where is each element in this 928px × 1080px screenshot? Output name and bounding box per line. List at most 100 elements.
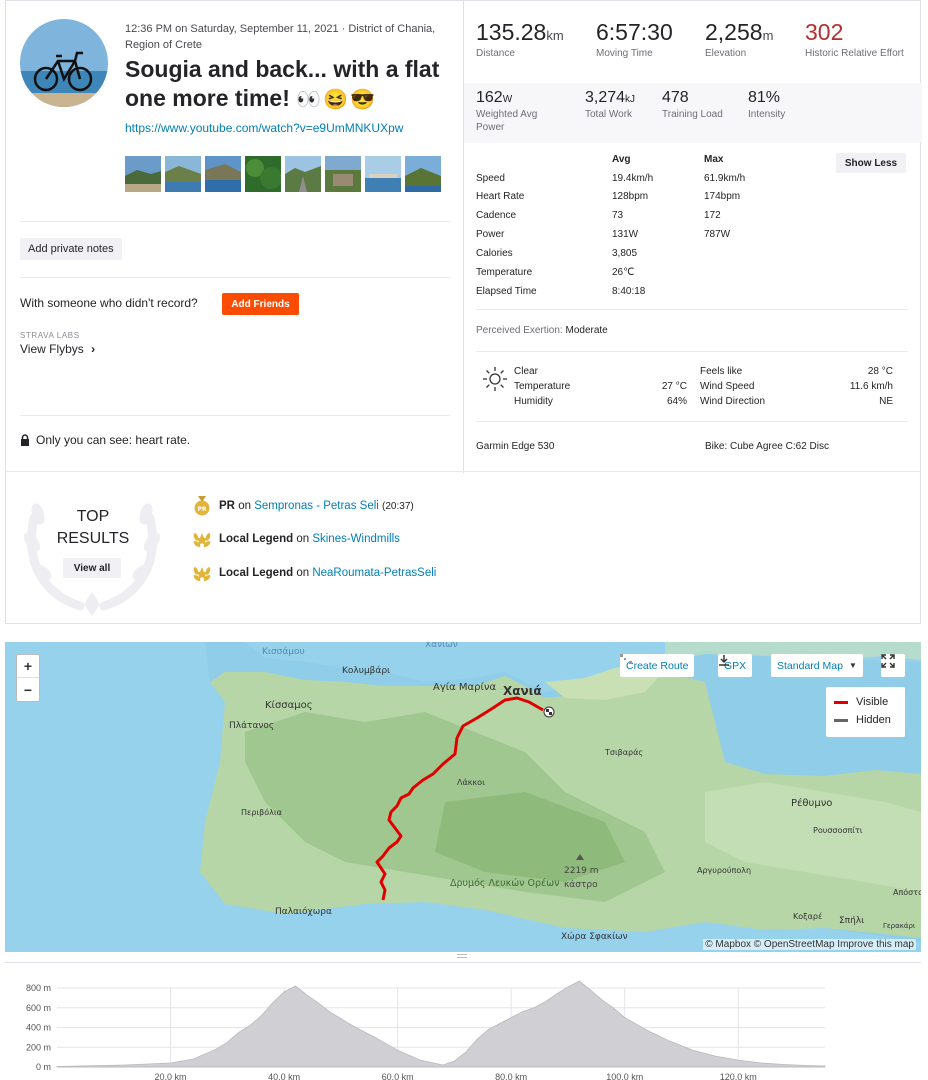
stat-training-load[interactable]: 478 Training Load	[662, 89, 723, 121]
map-style-select[interactable]: Standard Map ▼	[771, 654, 863, 677]
x-tick-label: 40.0 km	[268, 1072, 300, 1080]
elevation-value: 2,258	[705, 19, 763, 45]
stat-row-label: Speed	[476, 173, 505, 184]
zoom-out-button[interactable]: −	[17, 678, 39, 701]
map-label: 2219 m	[564, 866, 599, 876]
perceived-exertion: Perceived Exertion: Moderate	[476, 325, 608, 336]
achievement-segment-link[interactable]: NeaRoumata-PetrasSeli	[312, 567, 436, 579]
achievement-badge: PR	[219, 500, 235, 512]
weather-temperature-value: 27 °C	[661, 381, 687, 392]
y-tick-label: 800 m	[26, 983, 51, 993]
view-flybys-link[interactable]: View Flybys ›	[20, 342, 95, 356]
add-private-notes-button[interactable]: Add private notes	[20, 238, 122, 260]
achievement-pr: PR PR on Sempronas - Petras Seli (20:37)	[192, 496, 414, 516]
stat-row-label: Calories	[476, 248, 513, 259]
stat-row-avg: 131W	[612, 229, 639, 240]
photo-thumbnail[interactable]	[365, 156, 401, 192]
bike-name[interactable]: Bike: Cube Agree C:62 Disc	[705, 441, 829, 452]
map-style-label: Standard Map	[777, 659, 843, 672]
stat-row-max: 172	[704, 210, 721, 221]
map-label: Πλάτανος	[229, 721, 275, 731]
athlete-avatar[interactable]	[20, 19, 108, 107]
route-map[interactable]: Κισσάμου Χανίων Κολυμβάρι Αγία Μαρίνα Χα…	[5, 642, 921, 952]
weighted-power-unit: W	[502, 94, 513, 105]
stat-intensity[interactable]: 81% Intensity	[748, 89, 785, 121]
map-label: Χανίων	[425, 642, 458, 650]
map-label: Κισσάμου	[262, 647, 305, 657]
total-work-label: Total Work	[585, 109, 633, 120]
y-tick-label: 0 m	[36, 1062, 51, 1072]
stat-row-label: Power	[476, 229, 505, 240]
privacy-text: Only you can see: heart rate.	[36, 433, 191, 447]
activity-description-link[interactable]: https://www.youtube.com/watch?v=e9UmMNKU…	[125, 121, 403, 135]
activity-title-emoji: 👀😆😎	[296, 89, 377, 111]
achievement-segment-link[interactable]: Skines-Windmills	[312, 533, 400, 545]
stat-row-avg: 19.4km/h	[612, 173, 654, 184]
show-less-button[interactable]: Show Less	[836, 153, 906, 173]
stat-row-max: 174bpm	[704, 191, 741, 202]
map-label: Απόστολ	[893, 888, 921, 897]
gpx-button[interactable]: GPX	[718, 654, 753, 677]
activity-details-panel: 12:36 PM on Saturday, September 11, 2021…	[6, 1, 464, 473]
moving-time-label: Moving Time	[596, 48, 653, 59]
legend-hidden-label: Hidden	[856, 714, 891, 726]
divider	[20, 221, 450, 222]
relative-effort-label: Historic Relative Effort	[805, 48, 904, 59]
stat-elevation: 2,258m Elevation	[705, 19, 773, 60]
activity-title[interactable]: Sougia and back... with a flat one more …	[125, 55, 455, 115]
training-load-label: Training Load	[662, 109, 723, 120]
achievement-on: on	[296, 567, 310, 579]
weather-feels-like-value: 28 °C	[867, 366, 893, 377]
stat-row-label: Cadence	[476, 210, 517, 221]
zoom-in-button[interactable]: +	[17, 655, 39, 678]
achievement-on: on	[296, 533, 310, 545]
add-friends-button[interactable]: Add Friends	[222, 293, 299, 315]
map-label: Γερακάρι	[883, 922, 916, 930]
chevron-right-icon: ›	[91, 342, 96, 356]
achievement-local-legend: Local Legend on Skines-Windmills	[192, 529, 400, 549]
intensity-value: 81%	[748, 89, 781, 106]
max-column-header: Max	[704, 154, 724, 165]
resize-handle[interactable]	[457, 954, 467, 958]
stat-relative-effort[interactable]: 302 Historic Relative Effort	[805, 19, 905, 60]
stat-row-label: Temperature	[476, 267, 533, 278]
strava-labs-label: STRAVA LABS	[20, 331, 80, 340]
y-tick-label: 400 m	[26, 1023, 51, 1033]
elevation-chart[interactable]: 800 m 600 m 400 m 200 m 0 m 20.0 km 40.0 km 60.…	[5, 962, 921, 1080]
weather-wind-direction-label: Wind Direction	[700, 396, 766, 407]
map-attribution[interactable]: © Mapbox © OpenStreetMap Improve this ma…	[703, 939, 916, 950]
create-route-button[interactable]: Create Route	[620, 654, 695, 677]
photo-thumbnail[interactable]	[205, 156, 241, 192]
weather-condition: Clear	[514, 366, 538, 377]
fullscreen-icon	[881, 654, 895, 668]
photo-thumbnail[interactable]	[285, 156, 321, 192]
legend-item-hidden: Hidden	[834, 711, 897, 729]
map-label: Κίσσαμος	[265, 700, 313, 711]
stat-row-avg: 8:40:18	[612, 286, 646, 297]
stat-row-avg: 3,805	[612, 248, 638, 259]
map-label: Ρέθυμνο	[791, 798, 833, 809]
x-tick-label: 80.0 km	[495, 1072, 527, 1080]
map-label: Αργυρούπολη	[697, 866, 752, 875]
photo-thumbnail[interactable]	[405, 156, 441, 192]
relative-effort-value: 302	[805, 19, 844, 45]
achievement-segment-link[interactable]: Sempronas - Petras Seli	[254, 500, 379, 512]
photo-thumbnail[interactable]	[125, 156, 161, 192]
x-tick-label: 100.0 km	[606, 1072, 643, 1080]
stat-row-max: 61.9km/h	[704, 173, 746, 184]
fullscreen-button[interactable]	[881, 654, 905, 677]
map-label: κάστρο	[564, 880, 598, 890]
y-tick-label: 200 m	[26, 1042, 51, 1052]
photo-thumbnail[interactable]	[165, 156, 201, 192]
photo-thumbnails	[125, 156, 441, 192]
view-all-button[interactable]: View all	[63, 558, 121, 578]
achievement-badge: Local Legend	[219, 533, 294, 545]
legend-visible-label: Visible	[856, 696, 889, 708]
weather-humidity-label: Humidity	[514, 396, 553, 407]
map-label: Κολυμβάρι	[342, 666, 391, 676]
elevation-area[interactable]	[56, 980, 826, 1068]
top-results-card: TOP RESULTS View all PR PR on Sempronas …	[5, 471, 921, 624]
photo-thumbnail[interactable]	[245, 156, 281, 192]
photo-thumbnail[interactable]	[325, 156, 361, 192]
device-name: Garmin Edge 530	[476, 441, 555, 452]
